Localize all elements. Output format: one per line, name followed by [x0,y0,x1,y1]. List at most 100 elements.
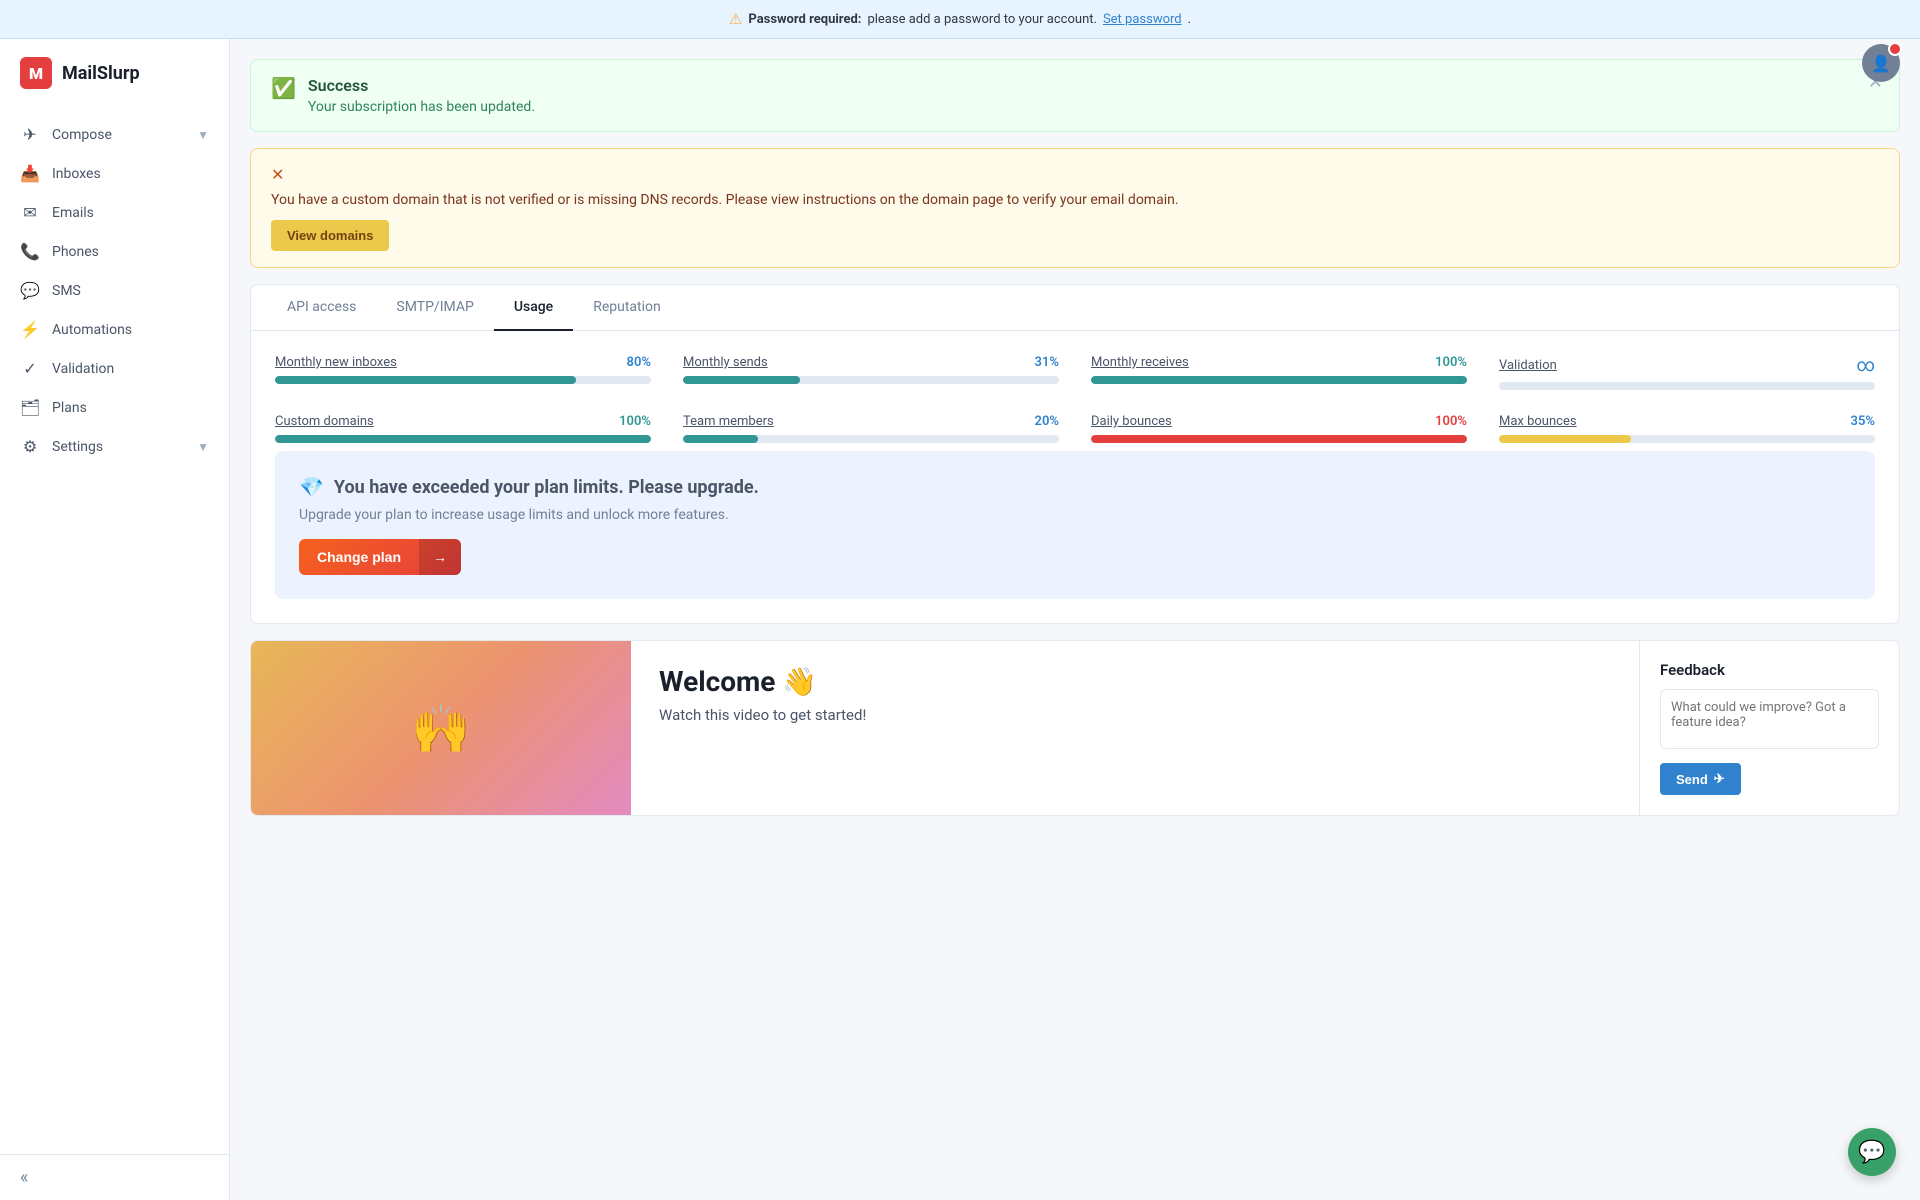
change-plan-arrow-icon: → [419,539,461,575]
video-thumbnail-art: 🙌 [411,700,471,757]
sidebar-label-inboxes: Inboxes [52,166,101,182]
top-banner: ⚠ Password required: please add a passwo… [0,0,1920,39]
usage-label-team-members[interactable]: Team members [683,414,774,429]
usage-label-daily-bounces[interactable]: Daily bounces [1091,414,1172,429]
usage-team-members: Team members 20% [683,414,1059,443]
usage-label-custom-domains[interactable]: Custom domains [275,414,374,429]
sidebar-item-inboxes[interactable]: 📥 Inboxes [0,154,229,193]
tabs-content: Monthly new inboxes 80% Monthly sends 31… [251,331,1899,623]
chevron-down-icon: ▼ [197,128,209,142]
feedback-textarea[interactable] [1660,689,1879,749]
success-banner: ✅ Success Your subscription has been upd… [250,59,1900,132]
usage-grid: Monthly new inboxes 80% Monthly sends 31… [275,355,1875,443]
app-name: MailSlurp [62,63,140,84]
feedback-panel: Feedback Send ✈ [1639,641,1899,815]
progress-fill-monthly-sends [683,376,800,384]
settings-icon: ⚙ [20,437,40,456]
inboxes-icon: 📥 [20,164,40,183]
tabs-header: API access SMTP/IMAP Usage Reputation [251,285,1899,331]
sidebar-item-plans[interactable]: 🗂 Plans [0,388,229,427]
notification-badge [1888,42,1902,56]
progress-fill-monthly-new-inboxes [275,376,576,384]
sidebar-nav: ✈ Compose ▼ 📥 Inboxes ✉ Emails 📞 Phones … [0,107,229,1154]
sidebar-item-validation[interactable]: ✓ Validation [0,349,229,388]
banner-suffix: . [1188,12,1191,27]
send-feedback-button[interactable]: Send ✈ [1660,763,1741,795]
upgrade-subtitle: Upgrade your plan to increase usage limi… [299,507,1851,523]
plans-icon: 🗂 [20,398,40,417]
sidebar-label-sms: SMS [52,283,81,299]
upgrade-title: 💎 You have exceeded your plan limits. Pl… [299,475,1851,499]
progress-bg-monthly-receives [1091,376,1467,384]
sidebar-item-phones[interactable]: 📞 Phones [0,232,229,271]
warning-triangle-icon: ⚠ [729,10,742,28]
progress-fill-max-bounces [1499,435,1631,443]
automations-icon: ⚡ [20,320,40,339]
warning-text: You have a custom domain that is not ver… [271,192,1879,208]
sidebar-label-phones: Phones [52,244,99,260]
sidebar-item-compose[interactable]: ✈ Compose ▼ [0,115,229,154]
success-check-icon: ✅ [271,76,296,100]
chat-widget-button[interactable]: 💬 [1848,1128,1896,1176]
usage-label-max-bounces[interactable]: Max bounces [1499,414,1577,429]
logo-mark: M [20,57,52,89]
tab-reputation[interactable]: Reputation [573,285,681,331]
avatar-icon: 👤 [1871,54,1891,73]
sidebar-label-emails: Emails [52,205,94,221]
settings-chevron-icon: ▼ [197,440,209,454]
progress-bg-daily-bounces [1091,435,1467,443]
emails-icon: ✉ [20,203,40,222]
usage-validation: Validation ∞ [1499,355,1875,390]
sidebar-item-automations[interactable]: ⚡ Automations [0,310,229,349]
set-password-link[interactable]: Set password [1103,12,1182,27]
diamond-icon: 💎 [299,475,324,499]
progress-fill-monthly-receives [1091,376,1467,384]
usage-pct-monthly-sends: 31% [1035,355,1059,370]
tab-api-access[interactable]: API access [267,285,376,331]
change-plan-button[interactable]: Change plan → [299,539,461,575]
send-icon: ✈ [1714,771,1725,787]
usage-pct-custom-domains: 100% [619,414,651,429]
upgrade-title-text: You have exceeded your plan limits. Plea… [334,477,759,498]
banner-bold-text: Password required: [748,12,861,27]
usage-label-monthly-receives[interactable]: Monthly receives [1091,355,1189,370]
usage-label-validation[interactable]: Validation [1499,358,1557,373]
compose-icon: ✈ [20,125,40,144]
welcome-thumbnail: 🙌 [251,641,631,815]
warning-close-button[interactable]: ✕ [271,165,1879,184]
sms-icon: 💬 [20,281,40,300]
send-label: Send [1676,772,1708,787]
sidebar-item-settings[interactable]: ⚙ Settings ▼ [0,427,229,466]
welcome-card: 🙌 Welcome 👋 Watch this video to get star… [250,640,1900,816]
usage-label-monthly-new-inboxes[interactable]: Monthly new inboxes [275,355,397,370]
user-avatar[interactable]: 👤 [1862,44,1900,82]
usage-pct-max-bounces: 35% [1851,414,1875,429]
phones-icon: 📞 [20,242,40,261]
progress-bg-max-bounces [1499,435,1875,443]
main-content: ✅ Success Your subscription has been upd… [230,39,1920,1200]
success-message: Your subscription has been updated. [308,99,535,115]
usage-label-monthly-sends[interactable]: Monthly sends [683,355,768,370]
sidebar-label-plans: Plans [52,400,87,416]
tab-usage[interactable]: Usage [494,285,573,331]
validation-icon: ✓ [20,359,40,378]
usage-pct-monthly-new-inboxes: 80% [627,355,651,370]
change-plan-label: Change plan [299,539,419,575]
sidebar-item-sms[interactable]: 💬 SMS [0,271,229,310]
progress-bg-team-members [683,435,1059,443]
usage-daily-bounces: Daily bounces 100% [1091,414,1467,443]
progress-bg-monthly-sends [683,376,1059,384]
success-title: Success [308,76,535,95]
view-domains-button[interactable]: View domains [271,220,389,251]
sidebar-item-emails[interactable]: ✉ Emails [0,193,229,232]
sidebar-collapse-button[interactable]: « [0,1154,229,1200]
progress-bg-validation [1499,382,1875,390]
usage-pct-daily-bounces: 100% [1435,414,1467,429]
chat-icon: 💬 [1858,1140,1885,1165]
sidebar: M MailSlurp ✈ Compose ▼ 📥 Inboxes ✉ Emai… [0,39,230,1200]
tab-smtp-imap[interactable]: SMTP/IMAP [376,285,493,331]
welcome-content: Welcome 👋 Watch this video to get starte… [631,641,1639,815]
feedback-title: Feedback [1660,661,1879,679]
usage-custom-domains: Custom domains 100% [275,414,651,443]
sidebar-label-validation: Validation [52,361,114,377]
